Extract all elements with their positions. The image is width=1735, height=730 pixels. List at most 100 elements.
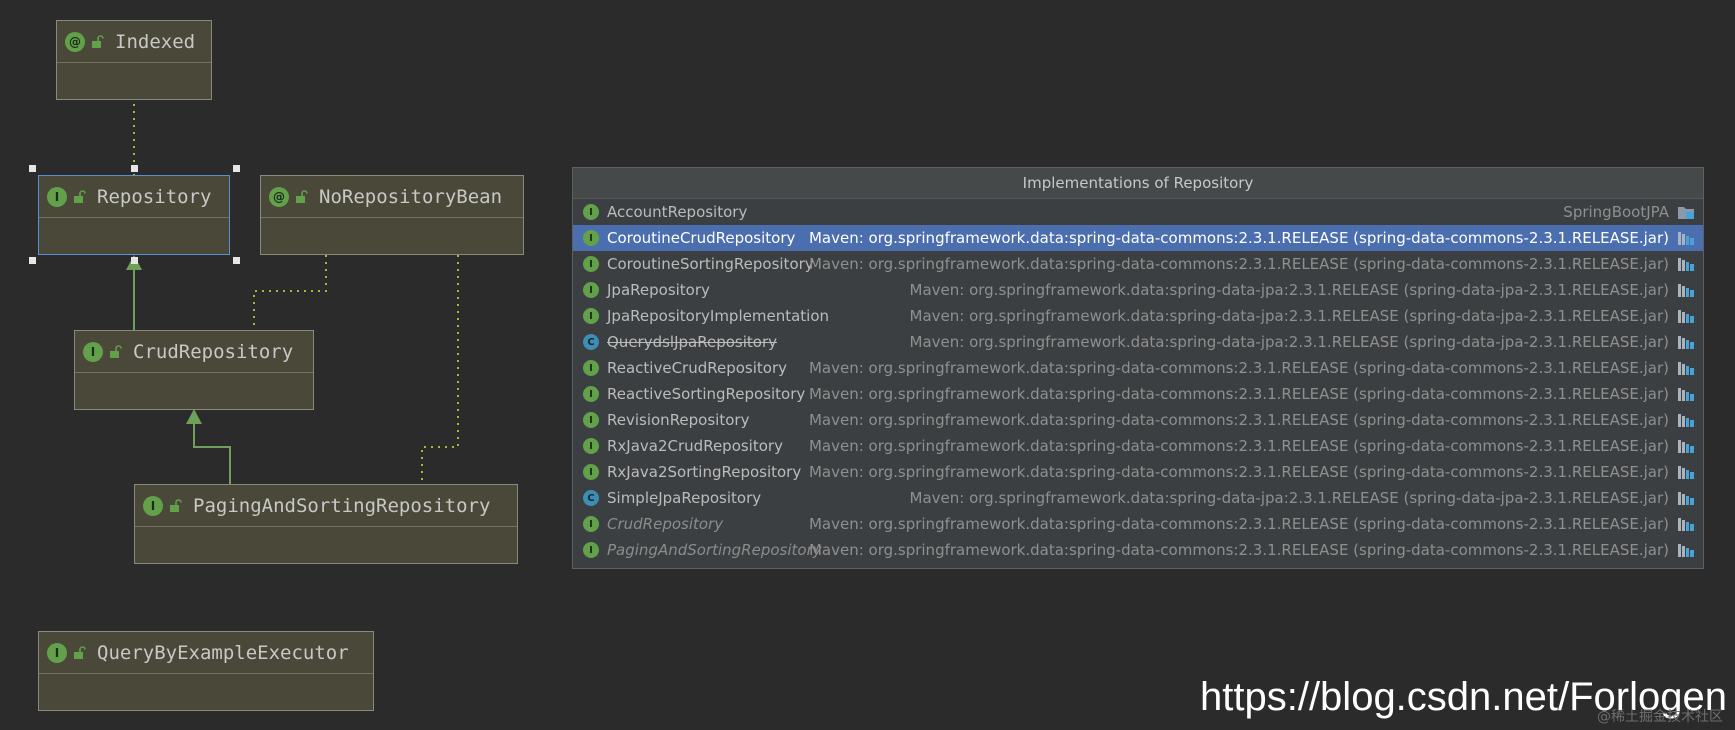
implementation-row[interactable]: I CoroutineSortingRepository Maven: org.sp…	[573, 251, 1703, 277]
implementation-row[interactable]: I JpaRepository Maven: org.springframework…	[573, 277, 1703, 303]
implementation-name: ReactiveCrudRepository	[607, 359, 787, 377]
uml-node-name: QueryByExampleExecutor	[97, 641, 349, 664]
implementation-row[interactable]: I RevisionRepository Maven: org.springfram…	[573, 407, 1703, 433]
implementation-location: Maven: org.springframework.data:spring-d…	[808, 411, 1669, 429]
implementation-location: Maven: org.springframework.data:spring-d…	[909, 489, 1670, 507]
uml-node-repository[interactable]: I Repository	[38, 175, 230, 255]
selection-handle-top-right[interactable]	[233, 165, 240, 172]
interface-icon: I	[47, 642, 67, 663]
implementation-name: AccountRepository	[607, 203, 748, 221]
interface-icon: I	[583, 464, 599, 480]
edge-paging-norepositorybean	[421, 255, 459, 484]
implementation-name: RxJava2CrudRepository	[607, 437, 783, 455]
implementation-location: Maven: org.springframework.data:spring-d…	[808, 463, 1669, 481]
implementations-list: I AccountRepository SpringBootJPA I Coroutin…	[573, 199, 1703, 563]
unlock-icon	[296, 189, 308, 203]
selection-handle-top-left[interactable]	[29, 165, 36, 172]
library-jar-icon	[1678, 466, 1694, 479]
library-jar-icon	[1678, 258, 1694, 271]
implementation-name: QuerydslJpaRepository	[607, 333, 777, 351]
implementation-location: Maven: org.springframework.data:spring-d…	[808, 437, 1669, 455]
watermark-sub: @稀土掘金技术社区	[1597, 709, 1723, 725]
library-jar-icon	[1678, 440, 1694, 453]
library-jar-icon	[1678, 414, 1694, 427]
implementation-name: CoroutineSortingRepository	[607, 255, 814, 273]
implementation-row[interactable]: C SimpleJpaRepository Maven: org.springfra…	[573, 485, 1703, 511]
library-jar-icon	[1678, 492, 1694, 505]
implementation-name: JpaRepository	[607, 281, 710, 299]
selection-handle-bottom-left[interactable]	[29, 257, 36, 264]
interface-icon: I	[143, 495, 163, 516]
uml-node-name: CrudRepository	[133, 340, 294, 363]
library-jar-icon	[1678, 284, 1694, 297]
interface-icon: I	[83, 341, 103, 362]
implementation-location: Maven: org.springframework.data:spring-d…	[808, 385, 1669, 403]
uml-node-header: I PagingAndSortingRepository	[135, 485, 517, 527]
unlock-icon	[74, 189, 86, 203]
unlock-icon	[92, 34, 104, 48]
implementation-row[interactable]: I ReactiveCrudRepository Maven: org.spring…	[573, 355, 1703, 381]
implementation-row[interactable]: I AccountRepository SpringBootJPA	[573, 199, 1703, 225]
uml-node-header: I QueryByExampleExecutor	[39, 632, 373, 674]
selection-handle-bottom-right[interactable]	[233, 257, 240, 264]
uml-node-name: PagingAndSortingRepository	[193, 494, 491, 517]
unlock-icon	[74, 645, 86, 659]
edge-crud-norepositorybean	[253, 255, 327, 330]
interface-icon: I	[583, 256, 599, 272]
uml-node-name: NoRepositoryBean	[319, 185, 503, 208]
unlock-icon	[110, 344, 122, 358]
annotation-icon: @	[269, 186, 289, 207]
selection-handle-bottom-mid[interactable]	[131, 257, 138, 264]
interface-icon: I	[583, 360, 599, 376]
implementations-popup[interactable]: Implementations of Repository I AccountRe…	[572, 167, 1704, 569]
implementation-location: Maven: org.springframework.data:spring-d…	[808, 515, 1669, 533]
library-jar-icon	[1678, 362, 1694, 375]
implementation-row[interactable]: I RxJava2SortingRepository Maven: org.spri…	[573, 459, 1703, 485]
interface-icon: I	[583, 386, 599, 402]
inheritance-arrowhead-crud	[186, 409, 202, 424]
implementation-row[interactable]: I CrudRepository Maven: org.springframewor…	[573, 511, 1703, 537]
implementation-name: CoroutineCrudRepository	[607, 229, 796, 247]
uml-node-name: Repository	[97, 185, 212, 208]
implementation-location: Maven: org.springframework.data:spring-d…	[909, 281, 1670, 299]
unlock-icon	[170, 498, 182, 512]
uml-node-header: @ Indexed	[57, 21, 211, 63]
implementation-location: Maven: org.springframework.data:spring-d…	[808, 359, 1669, 377]
annotation-icon: @	[65, 31, 85, 52]
interface-icon: I	[583, 516, 599, 532]
implementation-row[interactable]: I RxJava2CrudRepository Maven: org.springf…	[573, 433, 1703, 459]
library-jar-icon	[1678, 336, 1694, 349]
implementation-location: SpringBootJPA	[1563, 203, 1669, 221]
module-folder-icon	[1678, 207, 1694, 219]
implementation-row[interactable]: C QuerydslJpaRepository Maven: org.springf…	[573, 329, 1703, 355]
class-icon: C	[583, 334, 599, 350]
implementation-name: CrudRepository	[607, 515, 724, 533]
uml-node-querybyexampleexecutor[interactable]: I QueryByExampleExecutor	[38, 631, 374, 711]
library-jar-icon	[1678, 232, 1694, 245]
uml-node-header: I CrudRepository	[75, 331, 313, 373]
implementation-name: SimpleJpaRepository	[607, 489, 762, 507]
implementation-location: Maven: org.springframework.data:spring-d…	[808, 229, 1669, 247]
uml-node-pagingandsortingrepository[interactable]: I PagingAndSortingRepository	[134, 484, 518, 564]
uml-node-header: I Repository	[39, 176, 229, 218]
interface-icon: I	[583, 282, 599, 298]
selection-handle-top-mid[interactable]	[131, 165, 138, 172]
implementation-row[interactable]: I PagingAndSortingRepository Maven: org.sp…	[573, 537, 1703, 563]
implementation-row[interactable]: I CoroutineCrudRepository Maven: org.sprin…	[573, 225, 1703, 251]
implementation-row[interactable]: I JpaRepositoryImplementation Maven: org.s…	[573, 303, 1703, 329]
interface-icon: I	[583, 308, 599, 324]
implementation-name: JpaRepositoryImplementation	[607, 307, 830, 325]
library-jar-icon	[1678, 388, 1694, 401]
interface-icon: I	[583, 412, 599, 428]
implementation-name: RevisionRepository	[607, 411, 750, 429]
interface-icon: I	[47, 186, 67, 207]
implementation-row[interactable]: I ReactiveSortingRepository Maven: org.spr…	[573, 381, 1703, 407]
library-jar-icon	[1678, 544, 1694, 557]
interface-icon: I	[583, 542, 599, 558]
implementation-location: Maven: org.springframework.data:spring-d…	[909, 333, 1670, 351]
uml-node-norepositorybean[interactable]: @ NoRepositoryBean	[260, 175, 524, 255]
uml-node-crudrepository[interactable]: I CrudRepository	[74, 330, 314, 410]
popup-title: Implementations of Repository	[573, 168, 1703, 199]
uml-node-indexed[interactable]: @ Indexed	[56, 20, 212, 100]
implementation-location: Maven: org.springframework.data:spring-d…	[808, 255, 1669, 273]
